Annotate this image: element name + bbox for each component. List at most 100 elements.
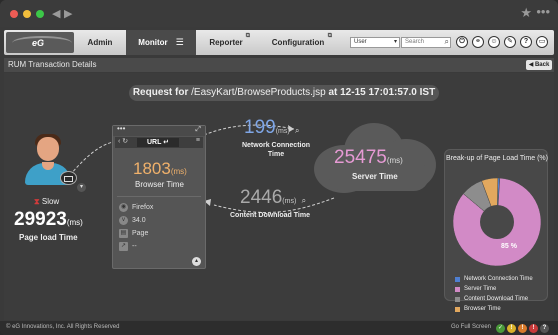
slow-status: ⧗ Slow (34, 197, 59, 207)
legend-label: Network Connection Time (464, 276, 533, 282)
eg-logo[interactable]: eG (6, 32, 74, 53)
status-minor-icon[interactable]: ! (518, 324, 527, 333)
more-menu-icon[interactable]: ••• (536, 5, 550, 18)
browser-version-row: v 34.0 (119, 216, 146, 225)
legend-label: Browser Time (464, 306, 501, 312)
tab-admin-label: Admin (87, 38, 113, 47)
status-unknown-icon[interactable]: ? (540, 324, 549, 333)
page-load-time: 29923(ms) (14, 209, 83, 231)
transaction-panel: Request for /EasyKart/BrowseProducts.jsp… (4, 73, 554, 320)
legend-item: Network Connection Time (455, 276, 533, 282)
url-box[interactable]: URL ↵ (137, 138, 179, 147)
share-icon: ↗ (119, 242, 128, 251)
download-time-value: 2446 (240, 187, 283, 208)
page-row: ▤ Page (119, 229, 148, 238)
tab-configuration-label: Configuration (271, 38, 325, 47)
legend-item: Content Download Time (455, 296, 528, 302)
tab-monitor-label: Monitor (138, 38, 168, 47)
link-icon[interactable]: ⚭ (472, 36, 484, 48)
browser-time-label: Browser Time (135, 180, 184, 189)
app-header: eG Admin Monitor ☰ Reporter ⧉ Configurat… (4, 30, 554, 55)
pie-center-hole (480, 205, 514, 239)
server-time: 25475(ms) (334, 147, 403, 169)
star-icon[interactable]: ★ (520, 5, 532, 21)
legend-swatch (455, 286, 460, 292)
user-avatar (37, 137, 59, 161)
tab-monitor[interactable]: Monitor ☰ (126, 30, 196, 55)
page-label: Page (132, 230, 149, 237)
user-icon[interactable]: ☺ (488, 36, 500, 48)
page-load-time-unit: (ms) (66, 218, 83, 227)
browser-name-row: ◉ Firefox (119, 203, 153, 212)
browser-menu-icon: ≡ (195, 137, 200, 144)
status-warning-icon[interactable]: ! (507, 324, 516, 333)
legend-item: Server Time (455, 286, 496, 292)
desktop-screen-icon (64, 176, 73, 182)
minimize-window-button[interactable] (23, 10, 31, 18)
extra-row: ↗ -- (119, 242, 137, 251)
browser-time-unit: (ms) (170, 167, 187, 176)
status-critical-icon[interactable]: ! (529, 324, 538, 333)
tab-reporter-label: Reporter (209, 38, 243, 47)
browser-time-value: 1803 (133, 159, 171, 178)
back-button[interactable]: ◀ Back (526, 60, 552, 70)
legend-label: Server Time (464, 286, 497, 292)
hourglass-icon: ⧗ (34, 197, 40, 206)
browser-name: Firefox (132, 204, 154, 211)
page-title: RUM Transaction Details (8, 60, 97, 69)
request-path: /EasyKart/BrowseProducts.jsp (191, 87, 326, 98)
browser-window: ◀ ▶ ★ ••• eG Admin Monitor ☰ Reporter ⧉ … (0, 0, 558, 335)
tab-configuration[interactable]: Configuration ⧉ (258, 30, 338, 55)
expand-icon[interactable]: ⤢ (195, 126, 201, 134)
legend-item: Browser Time (455, 306, 501, 312)
browser-panel-toolbar: ••• ⤢ (113, 124, 205, 136)
server-time-unit: (ms) (386, 156, 403, 165)
maximize-window-button[interactable] (36, 10, 44, 18)
ruler-icon[interactable]: ▭ (536, 36, 548, 48)
tab-admin[interactable]: Admin (76, 30, 124, 55)
legend-swatch (455, 276, 460, 282)
help-icon[interactable]: ? (520, 36, 532, 48)
page-load-time-value: 29923 (14, 209, 67, 230)
browser-time: 1803(ms) (133, 159, 187, 179)
server-time-value: 25475 (334, 147, 387, 168)
request-at: at (328, 87, 338, 98)
hamburger-menu-icon[interactable]: ☰ (176, 37, 184, 48)
browser-urlbar: ‹ ↻ URL ↵ ≡ (115, 137, 203, 148)
extra-value: -- (132, 243, 137, 250)
breakup-title: Break-up of Page Load Time (%) (446, 155, 548, 162)
globe-icon: ◉ (119, 203, 128, 212)
chevron-down-icon[interactable]: ▾ (77, 183, 86, 192)
user-select[interactable]: User ▾ (350, 37, 400, 48)
status-ok-icon[interactable]: ✓ (496, 324, 505, 333)
wrench-icon[interactable]: ✎ (504, 36, 516, 48)
collapse-icon[interactable]: ▴ (192, 257, 201, 266)
network-time: 199(ms) ⌕ (244, 117, 299, 139)
url-label: URL (146, 139, 162, 146)
fullscreen-link[interactable]: Go Full Screen (451, 324, 491, 330)
external-link-icon: ⧉ (327, 33, 332, 39)
refresh-icon: ‹ ↻ (118, 138, 129, 145)
search-input[interactable]: Search ⌕ (401, 37, 451, 48)
download-time: 2446(ms) ⌕ (240, 187, 306, 209)
page-subheader: RUM Transaction Details ◀ Back (4, 58, 554, 72)
network-time-unit: (ms) (275, 128, 290, 135)
power-icon[interactable]: ⏻ (456, 36, 468, 48)
search-icon[interactable]: ⌕ (302, 196, 306, 205)
search-icon[interactable]: ⌕ (295, 126, 299, 135)
search-icon[interactable]: ⌕ (445, 37, 449, 46)
chevron-down-icon: ▾ (393, 39, 397, 45)
breakup-pie-chart: 85 % (452, 177, 542, 267)
tab-reporter[interactable]: Reporter ⧉ (196, 30, 256, 55)
back-arrow-icon[interactable]: ◀ (52, 7, 60, 20)
browser-dots-icon: ••• (117, 124, 126, 133)
divider (117, 196, 201, 197)
forward-arrow-icon[interactable]: ▶ (64, 7, 72, 20)
footer: © eG Innovations, Inc. All Rights Reserv… (0, 321, 558, 335)
slow-status-label: Slow (41, 197, 60, 206)
download-time-label: Content Download Time (230, 212, 310, 219)
legend-label: Content Download Time (464, 296, 529, 302)
request-prefix: Request for (132, 87, 189, 98)
network-time-value: 199 (244, 117, 276, 138)
close-window-button[interactable] (10, 10, 18, 18)
